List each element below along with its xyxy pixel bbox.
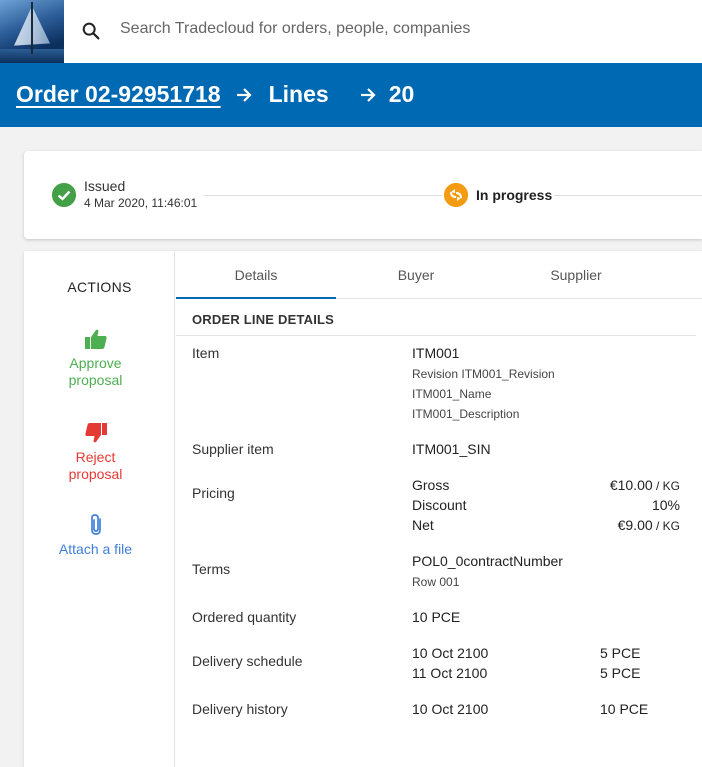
status-issued-date: 4 Mar 2020, 11:46:01 <box>84 196 198 210</box>
pricing-label: Pricing <box>192 485 235 501</box>
reject-label-line1: Reject <box>75 449 116 465</box>
net-amount: €9.00 <box>617 517 653 533</box>
approve-label-line1: Approve <box>69 355 122 371</box>
section-title: ORDER LINE DETAILS <box>192 312 335 327</box>
status-progress-label: In progress <box>476 187 553 203</box>
breadcrumb: Order 02-92951718 Lines 20 <box>16 81 414 108</box>
terms-row: Row 001 <box>412 575 460 589</box>
detail-tabs: Details Buyer Supplier <box>176 251 702 299</box>
schedule-qty: 5 PCE <box>600 645 641 661</box>
history-qty: 10 PCE <box>600 701 649 717</box>
delivery-schedule-label: Delivery schedule <box>192 653 303 669</box>
terms-label: Terms <box>192 561 231 577</box>
pricing-net-label: Net <box>412 517 434 533</box>
ordered-quantity-value: 10 PCE <box>412 609 461 625</box>
status-connector <box>554 195 702 196</box>
reject-label-line2: proposal <box>68 466 123 482</box>
arrow-right-icon <box>236 87 252 102</box>
breadcrumb-lines[interactable]: Lines <box>269 81 329 108</box>
company-logo[interactable] <box>0 0 64 63</box>
logo-mast <box>31 2 33 54</box>
status-issued-label: Issued <box>84 178 126 194</box>
paperclip-icon <box>90 514 101 535</box>
in-progress-icon <box>444 183 468 207</box>
tab-details[interactable]: Details <box>176 251 336 299</box>
status-connector <box>204 195 442 196</box>
order-line-card: ACTIONS Approve proposal Reject proposal… <box>24 251 702 767</box>
schedule-date: 10 Oct 2100 <box>412 645 489 661</box>
tab-buyer[interactable]: Buyer <box>336 251 496 299</box>
terms-contract: POL0_0contractNumber <box>412 553 563 569</box>
top-bar: Search Tradecloud for orders, people, co… <box>0 0 702 63</box>
ordered-quantity-label: Ordered quantity <box>192 609 297 625</box>
search-input[interactable]: Search Tradecloud for orders, people, co… <box>120 20 470 38</box>
tab-supplier[interactable]: Supplier <box>496 251 656 299</box>
history-date: 10 Oct 2100 <box>412 701 489 717</box>
item-code: ITM001 <box>412 345 460 361</box>
breadcrumb-order-link[interactable]: Order 02-92951718 <box>16 81 221 108</box>
schedule-qty: 5 PCE <box>600 665 641 681</box>
pricing-net-value: €9.00 / KG <box>618 517 680 533</box>
item-name: ITM001_Name <box>412 387 492 401</box>
delivery-history-label: Delivery history <box>192 701 288 717</box>
pricing-discount-value: 10% <box>651 497 680 513</box>
supplier-item-label: Supplier item <box>192 441 274 457</box>
status-card: Issued 4 Mar 2020, 11:46:01 In progress <box>24 151 702 239</box>
thumbs-up-icon <box>84 329 107 349</box>
pricing-discount-label: Discount <box>412 497 467 513</box>
supplier-item-value: ITM001_SIN <box>412 441 491 457</box>
actions-title: ACTIONS <box>67 279 132 295</box>
attach-file-button[interactable]: Attach a file <box>24 513 167 558</box>
pricing-gross-label: Gross <box>412 477 450 493</box>
item-description: ITM001_Description <box>412 407 520 421</box>
breadcrumb-line-number: 20 <box>388 81 415 107</box>
net-unit: / KG <box>652 519 680 533</box>
pricing-gross-value: €10.00 / KG <box>610 477 680 493</box>
approve-proposal-button[interactable]: Approve proposal <box>24 327 167 389</box>
search-icon[interactable] <box>80 20 102 42</box>
section-divider <box>176 335 696 336</box>
schedule-date: 11 Oct 2100 <box>412 665 488 681</box>
thumbs-down-icon <box>84 423 107 443</box>
gross-amount: €10.00 <box>609 477 653 493</box>
page-header: Order 02-92951718 Lines 20 <box>0 63 702 127</box>
item-revision: Revision ITM001_Revision <box>412 367 555 381</box>
arrow-right-icon <box>360 87 376 102</box>
check-circle-icon <box>52 183 76 207</box>
attach-label: Attach a file <box>58 541 133 557</box>
gross-unit: / KG <box>652 479 680 493</box>
reject-proposal-button[interactable]: Reject proposal <box>24 421 167 483</box>
actions-panel: ACTIONS Approve proposal Reject proposal… <box>24 251 175 767</box>
item-label: Item <box>192 345 220 361</box>
approve-label-line2: proposal <box>68 372 123 388</box>
